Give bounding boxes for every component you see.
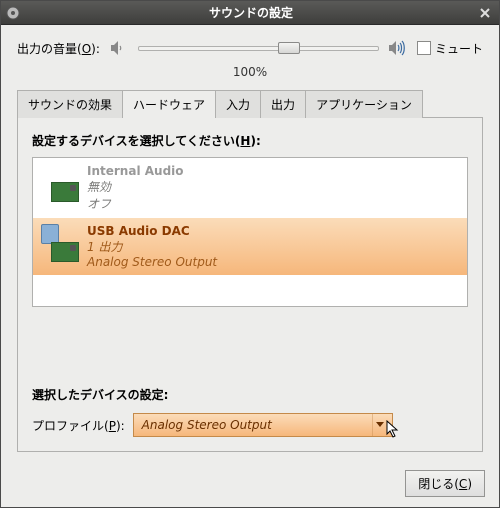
- hardware-panel: 設定するデバイスを選択してください(H): Internal Audio 無効 …: [17, 117, 483, 452]
- tab-input[interactable]: 入力: [215, 90, 261, 118]
- dialog-button-row: 閉じる(C): [1, 460, 499, 507]
- profile-row: プロファイル(P): Analog Stereo Output: [32, 413, 468, 437]
- device-sub: Analog Stereo Output: [87, 255, 217, 269]
- tab-bar: サウンドの効果 ハードウェア 入力 出力 アプリケーション: [17, 90, 483, 118]
- close-icon[interactable]: [475, 5, 495, 21]
- selected-device-label: 選択したデバイスの設定:: [32, 386, 468, 403]
- speaker-high-icon: [387, 39, 409, 57]
- cursor-icon: [386, 420, 402, 443]
- output-volume-row: 出力の音量(O): ミュート: [17, 39, 483, 57]
- soundcard-icon: [41, 164, 79, 202]
- sound-settings-window: サウンドの設定 出力の音量(O): ミュート 100%: [0, 0, 500, 508]
- checkbox-icon[interactable]: [417, 41, 431, 55]
- device-row-internal[interactable]: Internal Audio 無効 オフ: [33, 158, 467, 218]
- titlebar[interactable]: サウンドの設定: [1, 1, 499, 25]
- device-title: Internal Audio: [87, 164, 184, 178]
- profile-combobox[interactable]: Analog Stereo Output: [133, 413, 393, 437]
- volume-slider[interactable]: [138, 39, 379, 57]
- device-title: USB Audio DAC: [87, 224, 217, 238]
- tab-hardware[interactable]: ハードウェア: [122, 90, 216, 118]
- device-row-usb[interactable]: USB Audio DAC 1 出力 Analog Stereo Output: [33, 218, 467, 275]
- profile-value: Analog Stereo Output: [142, 418, 272, 432]
- close-button[interactable]: 閉じる(C): [405, 470, 485, 497]
- output-volume-label: 出力の音量(O):: [17, 40, 100, 57]
- speaker-low-icon: [108, 39, 130, 57]
- volume-percent: 100%: [17, 65, 483, 79]
- usb-soundcard-icon: [41, 224, 79, 262]
- tab-output[interactable]: 出力: [260, 90, 306, 118]
- device-list-label: 設定するデバイスを選択してください(H):: [32, 132, 468, 149]
- profile-label: プロファイル(P):: [32, 417, 125, 434]
- tab-applications[interactable]: アプリケーション: [305, 90, 423, 118]
- window-title: サウンドの設定: [27, 4, 475, 21]
- mute-checkbox[interactable]: ミュート: [417, 40, 483, 57]
- slider-thumb[interactable]: [278, 42, 300, 54]
- app-icon: [5, 5, 21, 21]
- device-sub: 無効: [87, 178, 184, 195]
- mute-label: ミュート: [435, 40, 483, 57]
- device-sub: 1 出力: [87, 238, 217, 255]
- content-area: 出力の音量(O): ミュート 100% サウンドの効果 ハードウェア 入力 出力…: [1, 25, 499, 460]
- device-sub: オフ: [87, 195, 184, 212]
- device-list[interactable]: Internal Audio 無効 オフ USB Audio DAC 1 出力 …: [32, 157, 468, 307]
- chevron-down-icon: [372, 414, 388, 436]
- tab-sound-effects[interactable]: サウンドの効果: [17, 90, 123, 118]
